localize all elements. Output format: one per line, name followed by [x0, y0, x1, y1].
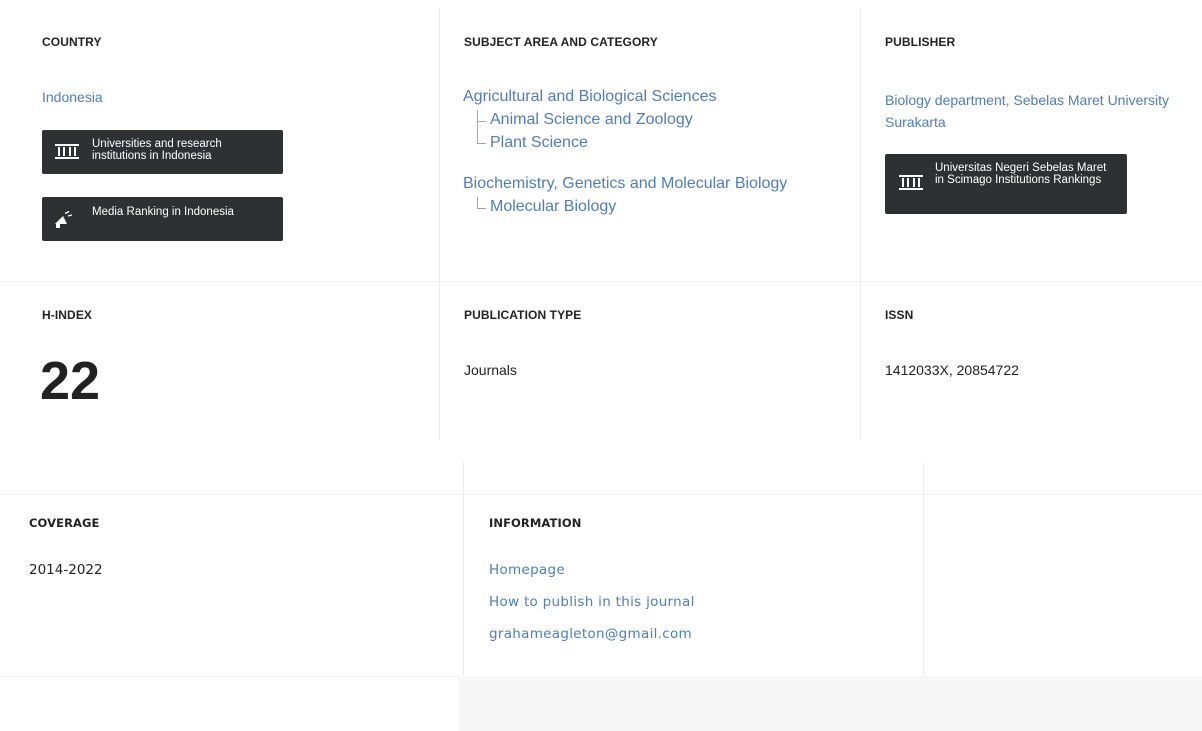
divider-h1	[0, 281, 1202, 282]
subject-category-animal-science[interactable]: Animal Science and Zoology	[490, 111, 693, 129]
subject-area-agricultural[interactable]: Agricultural and Biological Sciences	[463, 88, 716, 106]
divider-h3	[0, 676, 459, 677]
institution-icon	[55, 144, 79, 165]
coverage-value: 2014-2022	[29, 562, 103, 578]
publication-type-value: Journals	[464, 362, 517, 378]
issn-value: 1412033X, 20854722	[885, 362, 1019, 378]
media-ranking-button-label: Media Ranking in Indonesia	[92, 206, 234, 218]
publisher-institution-button[interactable]: Universitas Negeri Sebelas Maret in Scim…	[885, 154, 1127, 214]
divider-v2	[860, 8, 861, 440]
universities-button-label: Universities and research institutions i…	[92, 138, 222, 162]
media-ranking-button[interactable]: Media Ranking in Indonesia	[42, 197, 283, 241]
publisher-institution-button-label: Universitas Negeri Sebelas Maret in Scim…	[935, 162, 1107, 186]
subject-label: SUBJECT AREA AND CATEGORY	[464, 35, 658, 49]
footer-gray-area	[459, 676, 1202, 731]
information-label: INFORMATION	[489, 516, 582, 530]
tree-connector	[477, 197, 486, 209]
subject-category-molecular-biology[interactable]: Molecular Biology	[490, 198, 616, 216]
divider-h2	[0, 494, 1202, 495]
megaphone-icon	[53, 210, 73, 234]
publisher-link[interactable]: Biology department, Sebelas Maret Univer…	[885, 89, 1197, 133]
divider-v1	[439, 8, 440, 440]
institution-icon	[899, 175, 923, 196]
universities-button[interactable]: Universities and research institutions i…	[42, 130, 283, 174]
coverage-label: COVERAGE	[29, 516, 100, 530]
publisher-label: PUBLISHER	[885, 35, 956, 49]
hindex-label: H-INDEX	[42, 308, 93, 322]
country-link[interactable]: Indonesia	[42, 89, 103, 105]
hindex-value: 22	[40, 351, 101, 411]
issn-label: ISSN	[885, 308, 914, 322]
country-label: COUNTRY	[42, 35, 102, 49]
publication-type-label: PUBLICATION TYPE	[464, 308, 582, 322]
subject-area-biochemistry[interactable]: Biochemistry, Genetics and Molecular Bio…	[463, 175, 787, 193]
homepage-link[interactable]: Homepage	[489, 562, 565, 578]
tree-connector	[477, 121, 486, 144]
subject-category-plant-science[interactable]: Plant Science	[490, 134, 588, 152]
email-link[interactable]: grahameagleton@gmail.com	[489, 626, 692, 642]
how-to-publish-link[interactable]: How to publish in this journal	[489, 594, 695, 610]
